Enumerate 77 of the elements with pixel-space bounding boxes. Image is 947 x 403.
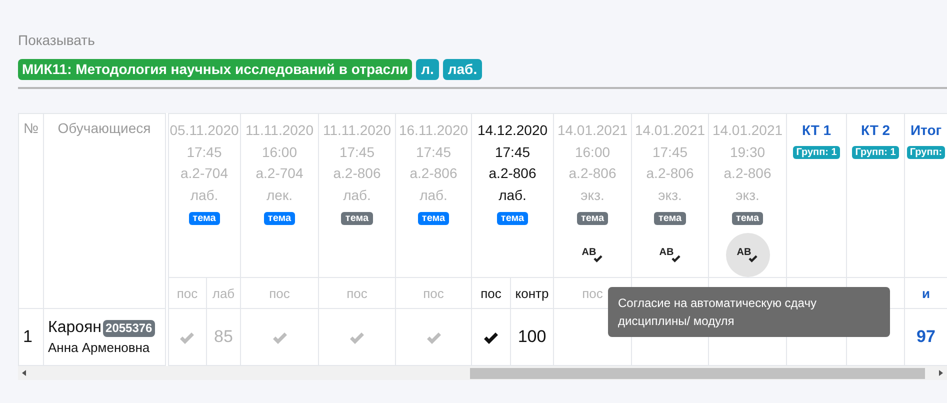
row-number: 1 (18, 308, 44, 366)
topic-badge[interactable]: тема (188, 212, 220, 225)
subcolumn-header: пос (240, 278, 318, 308)
lesson-type: экз. (657, 186, 683, 204)
lesson-date: 16.11.2020 (398, 121, 470, 140)
topic-badge[interactable]: тема (496, 212, 528, 225)
check-icon (670, 255, 681, 263)
lesson-date: 14.01.2021 (711, 121, 784, 140)
tooltip: Согласие на автоматическую сдачу дисциплины/ модуля (608, 287, 890, 337)
lesson-type-tag[interactable]: лаб. (442, 59, 482, 80)
lesson-time: 17:45 (338, 142, 376, 162)
lesson-date: 14.01.2021 (634, 121, 706, 140)
checkpoint-score: 97 (916, 327, 936, 346)
scroll-left-icon[interactable] (22, 370, 26, 376)
auto-pass-button[interactable]: AB (648, 233, 692, 277)
lesson-room: а.2-806 (722, 164, 772, 183)
auto-pass-button[interactable]: AB (726, 233, 770, 277)
lesson-date: 11.11.2020 (322, 121, 392, 140)
lesson-time: 17:45 (186, 142, 223, 162)
lesson-room: а.2-806 (568, 164, 618, 183)
topic-badge[interactable]: тема (341, 212, 373, 225)
lesson-room: а.2-806 (332, 164, 382, 183)
lesson-time: 17:45 (651, 142, 689, 162)
discipline-tag[interactable]: МИК11: Методология научных исследований в отрасли (18, 59, 412, 80)
grade-value: 100 (518, 327, 546, 346)
subcolumn-header: пос (396, 278, 472, 308)
lesson-type: лаб. (342, 186, 372, 204)
lesson-type: экз. (734, 186, 760, 204)
subcolumn-header: лаб (206, 278, 240, 308)
lesson-type-tag[interactable]: л. (416, 59, 439, 80)
lesson-date: 11.11.2020 (244, 121, 314, 140)
lesson-room: а.2-806 (408, 164, 458, 183)
student-surname: Кароян (48, 319, 102, 337)
topic-badge[interactable]: тема (654, 212, 686, 225)
horizontal-scrollbar[interactable] (18, 366, 947, 380)
scrollbar-thumb[interactable] (470, 368, 925, 379)
topic-badge[interactable]: тема (576, 212, 608, 225)
record-id-badge: 2055376 (102, 320, 156, 336)
subcolumn-header: контр (510, 278, 554, 308)
checkpoint-header[interactable]: КТ 2 (847, 120, 904, 141)
topic-badge[interactable]: тема (732, 212, 764, 225)
student-given-names: Анна Арменовна (48, 340, 151, 355)
group-badge: Групп: (906, 146, 946, 159)
auto-pass-button[interactable]: AB (570, 233, 615, 277)
lesson-room: а.2-806 (645, 164, 695, 183)
filter-label: Показывать (18, 32, 96, 48)
lesson-room: а.2-704 (180, 164, 229, 183)
lesson-date: 05.11.2020 (168, 121, 240, 140)
lesson-date: 14.12.2020 (476, 121, 549, 140)
lesson-time: 17:45 (494, 142, 532, 162)
column-header: Обучающиеся (44, 114, 166, 308)
lesson-type: экз. (580, 186, 606, 204)
lesson-time: 17:45 (414, 142, 452, 162)
lesson-type: лаб. (498, 186, 528, 204)
column-header: № (18, 114, 44, 308)
checkpoint-header[interactable]: КТ 1 (787, 120, 846, 141)
lesson-room: а.2-806 (488, 164, 538, 183)
topic-badge[interactable]: тема (418, 212, 450, 225)
group-badge: Групп: 1 (793, 146, 840, 159)
subcolumn-header: пос (166, 278, 206, 308)
subcolumn-header: пос (472, 278, 510, 308)
lesson-date: 14.01.2021 (556, 121, 629, 140)
lesson-time: 16:00 (260, 142, 298, 162)
grade-value: 85 (214, 327, 233, 346)
check-icon (748, 255, 758, 263)
lesson-type: лек. (266, 186, 294, 204)
lesson-room: а.2-704 (254, 164, 304, 183)
lesson-type: лаб. (418, 186, 448, 204)
check-icon (593, 255, 604, 263)
scroll-right-icon[interactable] (939, 370, 943, 376)
lesson-time: 19:30 (728, 142, 766, 162)
subcolumn-header: пос (318, 278, 396, 308)
checkpoint-header[interactable]: Итог (905, 120, 947, 141)
lesson-time: 16:00 (574, 142, 612, 162)
lesson-type: лаб. (189, 186, 220, 204)
group-badge: Групп: 1 (852, 146, 899, 159)
topic-badge[interactable]: тема (264, 212, 296, 225)
